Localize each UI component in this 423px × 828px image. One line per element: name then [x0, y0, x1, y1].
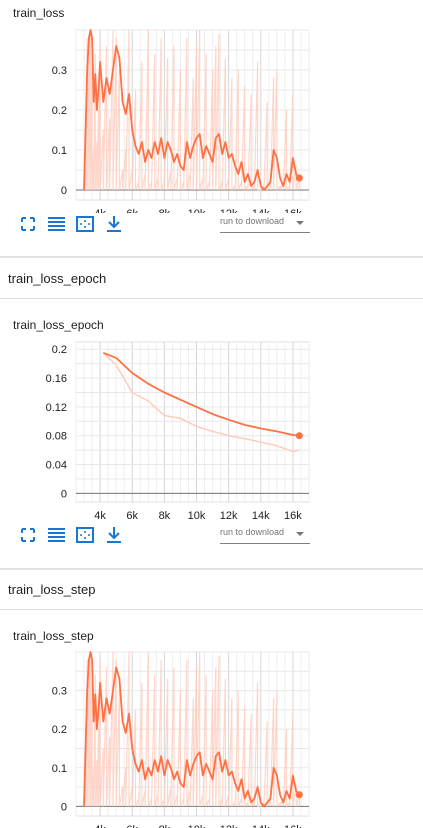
- series-last-point: [295, 791, 303, 799]
- x-tick-label: 4k: [94, 510, 106, 522]
- x-tick-label: 16k: [284, 208, 302, 213]
- chevron-down-icon: [296, 532, 304, 536]
- x-tick-label: 10k: [188, 510, 206, 522]
- y-tick-label: 0.1: [52, 145, 67, 157]
- x-tick-label: 8k: [159, 208, 171, 213]
- x-tick-label: 4k: [94, 208, 106, 213]
- y-tick-label: 0.3: [52, 686, 67, 698]
- y-tick-label: 0.2: [52, 105, 67, 117]
- card-title: train_loss_step: [13, 629, 94, 643]
- series-last-point: [295, 174, 303, 182]
- x-tick-label: 6k: [126, 824, 138, 828]
- x-tick-label: 4k: [94, 824, 106, 828]
- y-tick-label: 0: [61, 488, 67, 500]
- group-header[interactable]: train_loss_epoch: [8, 271, 106, 286]
- card-title: train_loss: [13, 6, 65, 20]
- line-chart-train-loss-step: 0 0.1 0.2 0.3 4k 6k 8k 10k 12k 14k 16k: [52, 651, 310, 828]
- y-tick-label: 0.12: [46, 402, 67, 414]
- chevron-down-icon: [296, 221, 304, 225]
- x-tick-label: 16k: [284, 824, 302, 828]
- x-tick-label: 12k: [220, 208, 238, 213]
- x-tick-label: 16k: [284, 510, 302, 522]
- x-tick-label: 10k: [188, 824, 206, 828]
- x-tick-label: 12k: [220, 824, 238, 828]
- run-to-download-select[interactable]: run to download: [220, 214, 310, 233]
- group-header-divider: [0, 609, 423, 610]
- run-to-download-select[interactable]: run to download: [220, 525, 310, 544]
- x-tick-label: 14k: [252, 510, 270, 522]
- y-tick-label: 0.16: [46, 373, 67, 385]
- x-tick-label: 14k: [252, 208, 270, 213]
- y-tick-label: 0: [61, 185, 67, 197]
- x-tick-label: 6k: [126, 208, 138, 213]
- y-tick-label: 0.04: [46, 460, 67, 472]
- fit-domain-icon[interactable]: [75, 214, 95, 234]
- x-tick-label: 10k: [188, 208, 206, 213]
- y-tick-label: 0.3: [52, 65, 67, 77]
- y-tick-label: 0.08: [46, 431, 67, 443]
- x-tick-label: 14k: [252, 824, 270, 828]
- card-title: train_loss_epoch: [13, 318, 104, 332]
- x-tick-label: 12k: [220, 510, 238, 522]
- run-select-label: run to download: [220, 527, 285, 537]
- line-chart-train-loss-epoch: 0 0.04 0.08 0.12 0.16 0.2 4k 6k 8k 10k 12k 14k 16k: [46, 341, 310, 522]
- x-tick-label: 8k: [159, 510, 171, 522]
- data-table-icon[interactable]: [46, 525, 66, 545]
- y-tick-label: 0: [61, 801, 67, 813]
- y-tick-label: 0.2: [52, 724, 67, 736]
- data-table-icon[interactable]: [46, 214, 66, 234]
- plot-frame: [75, 341, 310, 503]
- x-tick-label: 8k: [159, 824, 171, 828]
- y-tick-label: 0.2: [52, 344, 67, 356]
- run-select-label: run to download: [220, 216, 285, 226]
- x-tick-label: 6k: [126, 510, 138, 522]
- fullscreen-icon[interactable]: [18, 525, 38, 545]
- group-header-divider: [0, 298, 423, 299]
- group-header[interactable]: train_loss_step: [8, 582, 95, 597]
- group-divider: [0, 568, 423, 570]
- fullscreen-icon[interactable]: [18, 214, 38, 234]
- fit-domain-icon[interactable]: [75, 525, 95, 545]
- group-divider: [0, 256, 423, 258]
- y-tick-label: 0.1: [52, 763, 67, 775]
- series-last-point: [295, 432, 303, 440]
- download-icon[interactable]: [104, 525, 124, 545]
- chart-toolbar: run to download: [0, 214, 320, 238]
- line-chart-train-loss: 0 0.1 0.2 0.3 4k 6k 8k 10k 12k 14k 16k: [52, 29, 310, 213]
- chart-toolbar: run to download: [0, 525, 320, 549]
- download-icon[interactable]: [104, 214, 124, 234]
